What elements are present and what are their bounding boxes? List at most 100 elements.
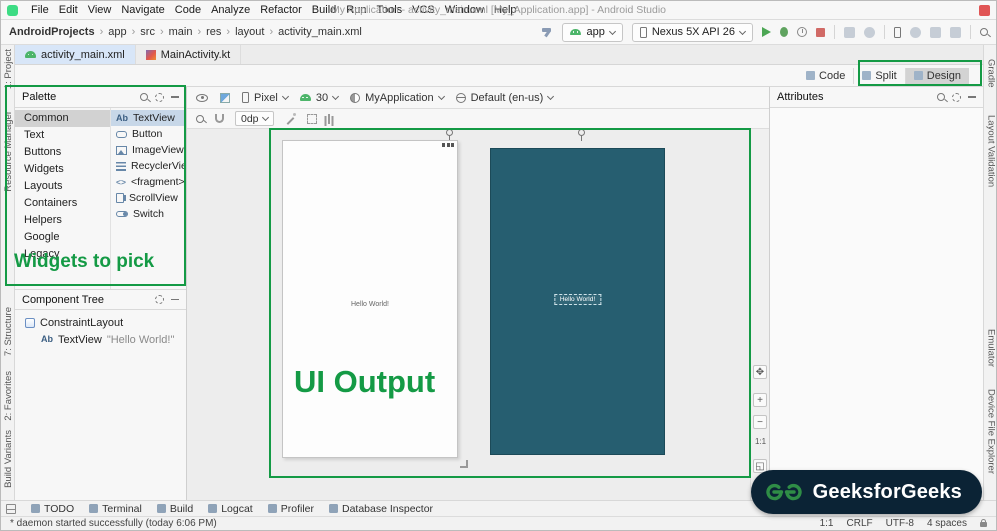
palette-item-button[interactable]: Button — [111, 126, 186, 142]
sidebar-item-favorites[interactable]: 2: Favorites — [3, 371, 14, 421]
encoding-selector[interactable]: UTF-8 — [886, 518, 914, 529]
device-dropdown[interactable]: Nexus 5X API 26 — [632, 23, 753, 42]
stop-button[interactable] — [816, 28, 825, 37]
tree-node-textview[interactable]: Ab TextView "Hello World!" — [15, 331, 186, 348]
tool-button-logcat[interactable]: Logcat — [208, 503, 253, 515]
avd-manager-icon[interactable] — [950, 27, 961, 38]
sidebar-item-emulator[interactable]: Emulator — [986, 329, 997, 367]
search-icon[interactable] — [140, 93, 148, 101]
breadcrumb-src[interactable]: src — [127, 26, 155, 38]
breadcrumb-layout[interactable]: layout — [221, 26, 264, 38]
palette-category-text[interactable]: Text — [15, 127, 110, 144]
search-icon[interactable] — [937, 93, 945, 101]
debug-button[interactable] — [780, 27, 788, 37]
locale-dropdown[interactable]: Default (en-us) — [456, 92, 554, 104]
guidelines-icon[interactable] — [307, 114, 317, 124]
menu-refactor[interactable]: Refactor — [255, 4, 307, 16]
gear-icon[interactable] — [155, 93, 164, 102]
sync-project-icon[interactable] — [910, 27, 921, 38]
zoom-reset-button[interactable]: 1:1 — [752, 437, 769, 446]
palette-item-fragment[interactable]: <fragment> — [111, 174, 186, 190]
palette-category-buttons[interactable]: Buttons — [15, 144, 110, 161]
sdk-manager-icon[interactable] — [930, 27, 941, 38]
gear-icon[interactable] — [952, 93, 961, 102]
breadcrumb-file[interactable]: activity_main.xml — [264, 26, 361, 38]
sidebar-item-project[interactable]: 1: Project — [3, 49, 14, 89]
clear-constraints-icon[interactable] — [285, 113, 296, 124]
palette-category-layouts[interactable]: Layouts — [15, 178, 110, 195]
menu-view[interactable]: View — [83, 4, 117, 16]
sidebar-item-device-file-explorer[interactable]: Device File Explorer — [986, 389, 997, 474]
palette-item-textview[interactable]: Ab TextView — [111, 110, 186, 126]
tool-button-terminal[interactable]: Terminal — [89, 503, 142, 515]
attach-debugger-icon[interactable] — [844, 27, 855, 38]
tree-node-constraintlayout[interactable]: ConstraintLayout — [15, 314, 186, 331]
profile-button[interactable] — [797, 27, 807, 37]
sidebar-item-layout-validation[interactable]: Layout Validation — [986, 115, 997, 187]
hide-panel-icon[interactable] — [968, 96, 976, 98]
menu-navigate[interactable]: Navigate — [116, 4, 169, 16]
palette-item-recyclerview[interactable]: RecyclerView — [111, 158, 186, 174]
view-mode-design[interactable]: Design — [905, 68, 969, 84]
view-options-icon[interactable] — [196, 94, 208, 102]
run-configuration-dropdown[interactable]: app — [562, 23, 622, 42]
api-version-dropdown[interactable]: 30 — [300, 92, 338, 104]
indent-selector[interactable]: 4 spaces — [927, 518, 967, 529]
design-preview-surface[interactable]: Hello World! — [282, 140, 458, 458]
device-for-preview-dropdown[interactable]: Pixel — [242, 92, 288, 104]
preview-hello-world-text[interactable]: Hello World! — [283, 301, 457, 308]
menu-code[interactable]: Code — [170, 4, 206, 16]
search-everywhere-icon[interactable] — [980, 28, 988, 36]
palette-category-widgets[interactable]: Widgets — [15, 161, 110, 178]
zoom-out-icon[interactable]: − — [753, 415, 767, 429]
tool-button-database-inspector[interactable]: Database Inspector — [329, 503, 433, 515]
device-manager-icon[interactable] — [894, 27, 901, 38]
tool-button-build[interactable]: Build — [157, 503, 193, 515]
hide-panel-icon[interactable] — [171, 299, 179, 301]
lock-icon[interactable] — [980, 522, 987, 527]
design-surface-mode-icon[interactable] — [220, 93, 230, 103]
blueprint-hello-world-text[interactable]: Hello World! — [554, 294, 601, 305]
breadcrumb-res[interactable]: res — [192, 26, 221, 38]
menu-analyze[interactable]: Analyze — [206, 4, 255, 16]
theme-dropdown[interactable]: MyApplication — [350, 92, 443, 104]
sidebar-item-structure[interactable]: 7: Structure — [3, 307, 14, 356]
breadcrumb-main[interactable]: main — [155, 26, 193, 38]
menu-edit[interactable]: Edit — [54, 4, 83, 16]
palette-category-google[interactable]: Google — [15, 229, 110, 246]
autoconnect-magnet-icon[interactable] — [215, 114, 224, 123]
hide-panel-icon[interactable] — [171, 96, 179, 98]
zoom-icon[interactable] — [196, 115, 204, 123]
line-ending-selector[interactable]: CRLF — [847, 518, 873, 529]
blueprint-preview-surface[interactable]: Hello World! — [490, 148, 665, 455]
align-icon[interactable] — [328, 114, 330, 124]
palette-item-switch[interactable]: Switch — [111, 206, 186, 222]
toolwindow-switcher-icon[interactable] — [6, 504, 16, 514]
palette-category-helpers[interactable]: Helpers — [15, 212, 110, 229]
zoom-in-icon[interactable]: + — [753, 393, 767, 407]
sidebar-item-build-variants[interactable]: Build Variants — [3, 430, 14, 488]
build-hammer-icon[interactable] — [541, 26, 553, 38]
palette-category-common[interactable]: Common — [15, 110, 110, 127]
tab-activity-main-xml[interactable]: activity_main.xml — [15, 45, 136, 64]
palette-item-scrollview[interactable]: ScrollView — [111, 190, 186, 206]
default-margin-dropdown[interactable]: 0dp — [235, 111, 274, 126]
coverage-icon[interactable] — [864, 27, 875, 38]
palette-category-legacy[interactable]: Legacy — [15, 246, 110, 263]
caret-position[interactable]: 1:1 — [820, 518, 834, 529]
resize-handle[interactable] — [460, 460, 468, 468]
breadcrumb-app[interactable]: app — [95, 26, 127, 38]
palette-item-imageview[interactable]: ImageView — [111, 142, 186, 158]
tool-button-profiler[interactable]: Profiler — [268, 503, 314, 515]
sidebar-item-gradle[interactable]: Gradle — [986, 59, 997, 88]
tool-button-todo[interactable]: TODO — [31, 503, 74, 515]
design-canvas[interactable]: Hello World! Hello World! ✥ + − 1:1 ◱ — [187, 129, 769, 500]
tab-mainactivity-kt[interactable]: MainActivity.kt — [136, 45, 241, 64]
view-mode-code[interactable]: Code — [798, 68, 853, 84]
menu-file[interactable]: File — [26, 4, 54, 16]
breadcrumb-project[interactable]: AndroidProjects — [9, 26, 95, 38]
palette-category-containers[interactable]: Containers — [15, 195, 110, 212]
view-mode-split[interactable]: Split — [853, 68, 904, 84]
pan-icon[interactable]: ✥ — [753, 365, 767, 379]
gear-icon[interactable] — [155, 295, 164, 304]
